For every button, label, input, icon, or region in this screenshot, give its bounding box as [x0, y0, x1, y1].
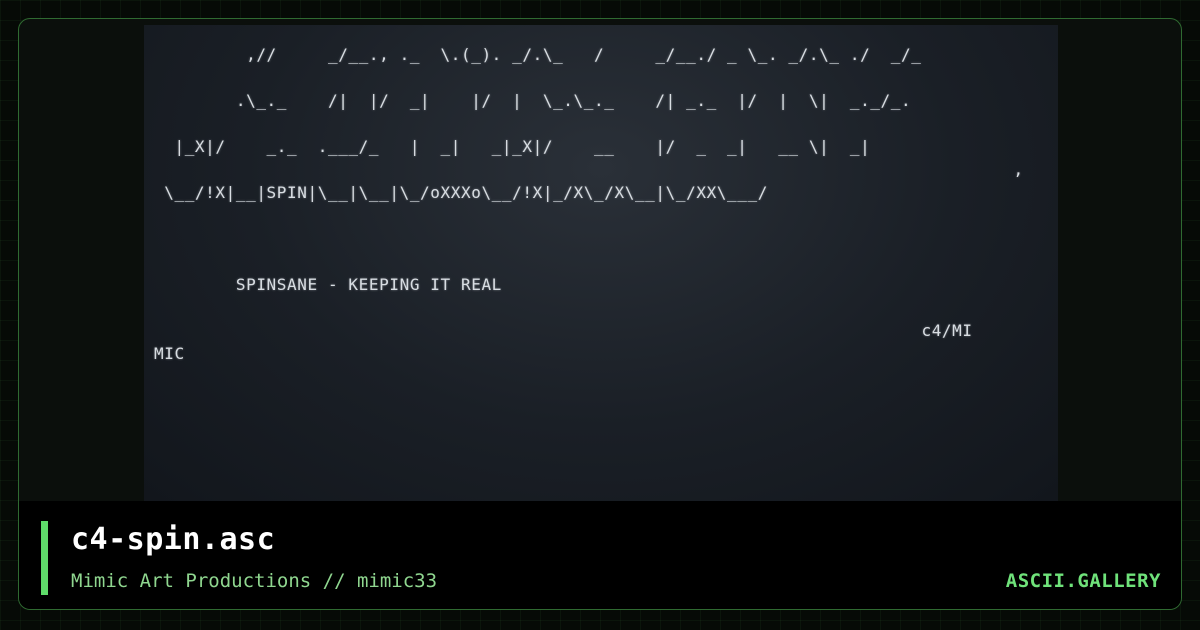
og-card: ,// _/__., ._ \.(_). _/.\_ / _/__./ _ \_… [0, 0, 1200, 630]
site-brand: ASCII.GALLERY [1005, 570, 1161, 592]
ascii-art-preview: ,// _/__., ._ \.(_). _/.\_ / _/__./ _ \_… [144, 25, 1058, 501]
card-frame: ,// _/__., ._ \.(_). _/.\_ / _/__./ _ \_… [18, 18, 1182, 610]
ascii-art-text: ,// _/__., ._ \.(_). _/.\_ / _/__./ _ \_… [154, 45, 1024, 363]
author-subtitle: Mimic Art Productions // mimic33 [71, 570, 438, 592]
accent-bar [41, 521, 48, 595]
info-bar: c4-spin.asc Mimic Art Productions // mim… [19, 501, 1181, 609]
file-title: c4-spin.asc [71, 522, 276, 557]
